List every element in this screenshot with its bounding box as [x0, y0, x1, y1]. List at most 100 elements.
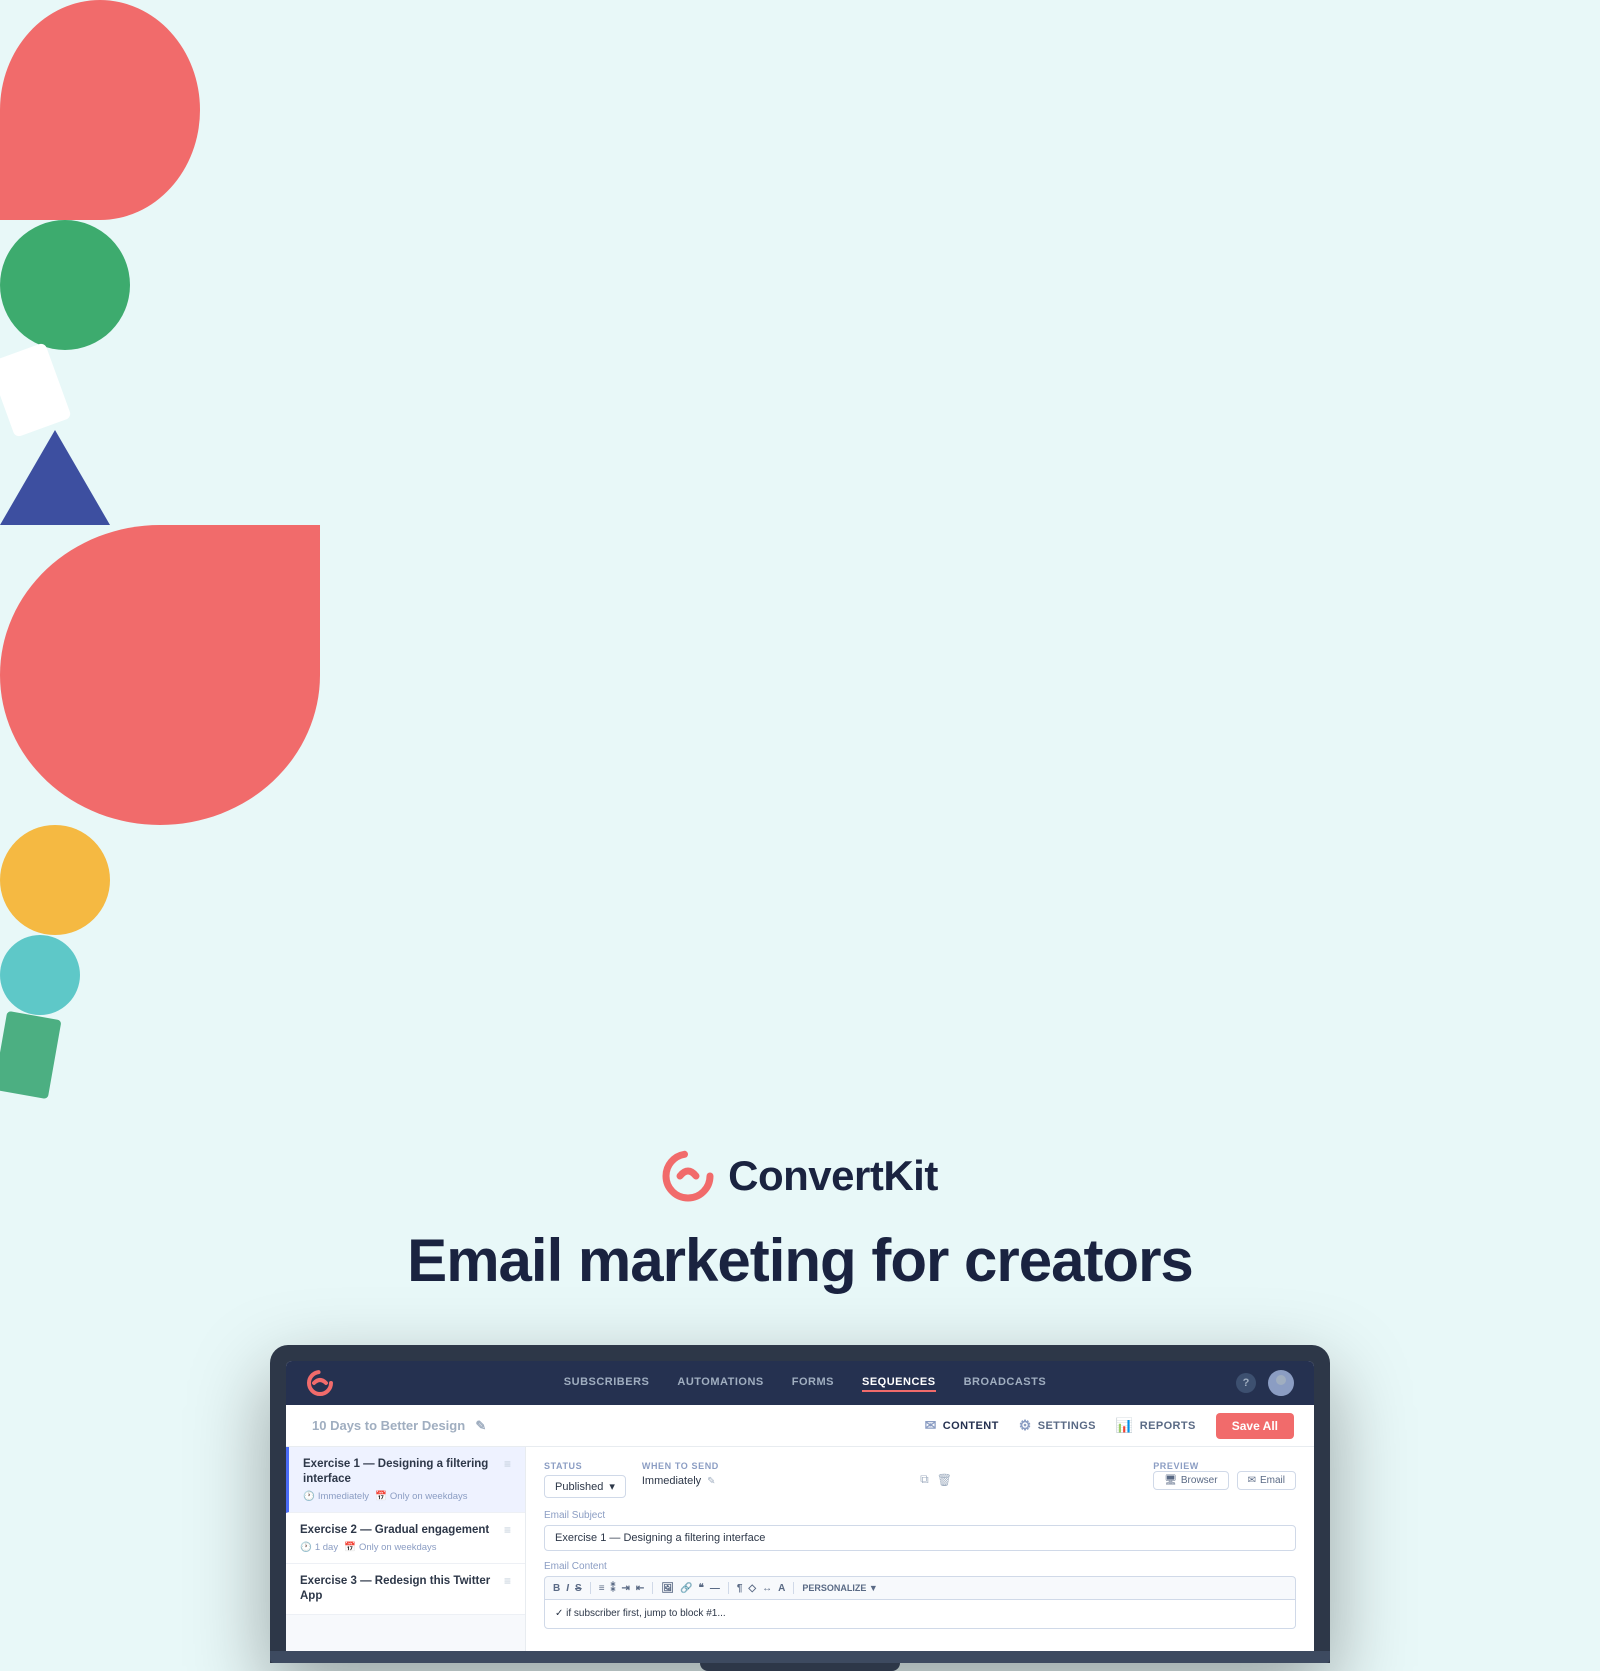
- meta-calendar-icon-2: 📅 Only on weekdays: [344, 1542, 436, 1553]
- sidebar-item-1-meta: 🕐 Immediately 📅 Only on weekdays: [303, 1491, 511, 1502]
- delete-icon[interactable]: 🗑: [937, 1473, 952, 1487]
- nav-right: ?: [1236, 1370, 1294, 1396]
- toolbar-ul[interactable]: ≡: [599, 1583, 605, 1594]
- sidebar-item-1-header: Exercise 1 — Designing a filtering inter…: [303, 1457, 511, 1487]
- subheader-reports-tab[interactable]: 📊 REPORTS: [1116, 1417, 1196, 1434]
- convertkit-logo-icon: [662, 1150, 714, 1202]
- subheader-settings-tab[interactable]: ⚙ SETTINGS: [1019, 1417, 1096, 1434]
- meta-time-1: Immediately: [318, 1491, 369, 1502]
- when-edit-icon[interactable]: ✎: [707, 1476, 715, 1487]
- nav-broadcasts[interactable]: BROADCASTS: [964, 1374, 1047, 1392]
- sidebar-item-3-title: Exercise 3 — Redesign this Twitter App: [300, 1574, 498, 1604]
- status-text: Published: [555, 1481, 603, 1493]
- logo-text: ConvertKit: [728, 1152, 938, 1200]
- meta-time-2: 1 day: [315, 1542, 338, 1553]
- content-row-status: STATUS Published ▾ WHEN TO SEND: [544, 1461, 1296, 1498]
- preview-browser-label: Browser: [1181, 1475, 1218, 1486]
- toolbar-personalize[interactable]: PERSONALIZE ▼: [802, 1583, 877, 1593]
- reports-chart-icon: 📊: [1116, 1417, 1134, 1434]
- laptop-body: SUBSCRIBERS AUTOMATIONS FORMS SEQUENCES …: [270, 1345, 1330, 1663]
- hero-section: ConvertKit Email marketing for creators …: [0, 1095, 1600, 1671]
- editor-toolbar: B I S ≡ ⁑ ⇥ ⇤ 🖼 🔗 ❝ —: [544, 1576, 1296, 1599]
- sidebar-item-2-meta: 🕐 1 day 📅 Only on weekdays: [300, 1542, 511, 1553]
- content-tab-label: CONTENT: [943, 1420, 999, 1432]
- email-content-label: Email Content: [544, 1561, 1296, 1572]
- app-content-panel: STATUS Published ▾ WHEN TO SEND: [526, 1447, 1314, 1651]
- sidebar-item-2[interactable]: Exercise 2 — Gradual engagement ≡ 🕐 1 da…: [286, 1513, 525, 1564]
- save-all-button[interactable]: Save All: [1216, 1413, 1294, 1439]
- meta-days-1: Only on weekdays: [390, 1491, 468, 1502]
- sidebar-item-3-header: Exercise 3 — Redesign this Twitter App ≡: [300, 1574, 511, 1604]
- nav-automations[interactable]: AUTOMATIONS: [677, 1374, 763, 1392]
- nav-sequences[interactable]: SEQUENCES: [862, 1374, 936, 1392]
- tagline: Email marketing for creators: [407, 1226, 1193, 1295]
- subheader-actions: ✉ CONTENT ⚙ SETTINGS 📊 REPORTS Save All: [925, 1413, 1294, 1439]
- when-label: WHEN TO SEND: [642, 1461, 719, 1471]
- drag-handle-3[interactable]: ≡: [504, 1574, 511, 1588]
- laptop-stand: [700, 1663, 900, 1671]
- drag-handle-2[interactable]: ≡: [504, 1523, 511, 1537]
- when-text: Immediately: [642, 1475, 701, 1487]
- preview-browser-button[interactable]: 🖥 Browser: [1153, 1471, 1228, 1490]
- laptop-mockup: SUBSCRIBERS AUTOMATIONS FORMS SEQUENCES …: [270, 1345, 1330, 1671]
- subheader-title-text: 10 Days to Better Design: [312, 1418, 465, 1433]
- filter-icon[interactable]: ⧉: [920, 1472, 929, 1487]
- meta-clock-icon-2: 🕐 1 day: [300, 1542, 338, 1553]
- nav-avatar[interactable]: [1268, 1370, 1294, 1396]
- toolbar-italic[interactable]: I: [566, 1583, 569, 1594]
- toolbar-outdent[interactable]: ⇤: [636, 1583, 644, 1594]
- status-dropdown[interactable]: Published ▾: [544, 1475, 626, 1498]
- toolbar-sep-1: [590, 1582, 591, 1594]
- bg-shape-teal: [0, 935, 80, 1015]
- browser-icon: 🖥: [1164, 1475, 1177, 1486]
- subheader-edit-icon[interactable]: ✎: [475, 1418, 486, 1433]
- bg-shape-green: [0, 220, 130, 350]
- email-subject-input[interactable]: [544, 1525, 1296, 1551]
- status-label: STATUS: [544, 1461, 626, 1471]
- toolbar-image[interactable]: 🖼: [661, 1583, 674, 1594]
- toolbar-quote[interactable]: ❝: [698, 1583, 703, 1594]
- toolbar-hr[interactable]: —: [710, 1583, 720, 1594]
- settings-tab-label: SETTINGS: [1038, 1420, 1096, 1432]
- preview-email-label: Email: [1260, 1475, 1285, 1486]
- logo-area: ConvertKit: [662, 1150, 938, 1202]
- dropdown-chevron-icon: ▾: [609, 1480, 615, 1493]
- preview-email-button[interactable]: ✉ Email: [1237, 1471, 1296, 1490]
- app-subheader: 10 Days to Better Design ✎ ✉ CONTENT ⚙ S…: [286, 1405, 1314, 1447]
- meta-calendar-icon-1: 📅 Only on weekdays: [375, 1491, 467, 1502]
- toolbar-font-color[interactable]: A: [778, 1583, 785, 1594]
- bg-shape-blue-triangle: [0, 430, 110, 525]
- sidebar-item-1-title: Exercise 1 — Designing a filtering inter…: [303, 1457, 498, 1487]
- toolbar-bold[interactable]: B: [553, 1583, 560, 1594]
- nav-links: SUBSCRIBERS AUTOMATIONS FORMS SEQUENCES …: [374, 1374, 1236, 1392]
- email-subject-label: Email Subject: [544, 1510, 1296, 1521]
- editor-area[interactable]: ✓ if subscriber first, jump to block #1.…: [544, 1599, 1296, 1629]
- toolbar-paragraph[interactable]: ¶: [737, 1583, 743, 1594]
- sidebar-item-1[interactable]: Exercise 1 — Designing a filtering inter…: [286, 1447, 525, 1513]
- toolbar-arrows[interactable]: ↔: [762, 1583, 772, 1594]
- email-preview-icon: ✉: [1248, 1475, 1256, 1486]
- app-main: Exercise 1 — Designing a filtering inter…: [286, 1447, 1314, 1651]
- meta-clock-icon-1: 🕐 Immediately: [303, 1491, 369, 1502]
- toolbar-indent[interactable]: ⇥: [622, 1583, 630, 1594]
- toolbar-sep-3: [728, 1582, 729, 1594]
- nav-forms[interactable]: FORMS: [792, 1374, 834, 1392]
- toolbar-ol[interactable]: ⁑: [611, 1583, 616, 1594]
- action-icons-group: ⧉ 🗑: [920, 1461, 952, 1498]
- nav-help-button[interactable]: ?: [1236, 1373, 1256, 1393]
- when-field-group: WHEN TO SEND Immediately ✎: [642, 1461, 719, 1498]
- drag-handle-1[interactable]: ≡: [504, 1457, 511, 1471]
- toolbar-strikethrough[interactable]: S: [575, 1583, 582, 1594]
- bg-shape-white-rect: [0, 342, 72, 438]
- subheader-content-tab[interactable]: ✉ CONTENT: [925, 1417, 999, 1434]
- toolbar-code[interactable]: ◇: [748, 1583, 756, 1594]
- bg-shape-coral-right: [0, 525, 320, 825]
- meta-days-2: Only on weekdays: [359, 1542, 437, 1553]
- nav-subscribers[interactable]: SUBSCRIBERS: [564, 1374, 650, 1392]
- reports-tab-label: REPORTS: [1140, 1420, 1196, 1432]
- preview-group: PREVIEW 🖥 Browser ✉ Email: [1153, 1461, 1296, 1498]
- sidebar-item-2-header: Exercise 2 — Gradual engagement ≡: [300, 1523, 511, 1538]
- settings-gear-icon: ⚙: [1019, 1417, 1032, 1434]
- sidebar-item-3[interactable]: Exercise 3 — Redesign this Twitter App ≡: [286, 1564, 525, 1615]
- toolbar-link[interactable]: 🔗: [680, 1583, 692, 1594]
